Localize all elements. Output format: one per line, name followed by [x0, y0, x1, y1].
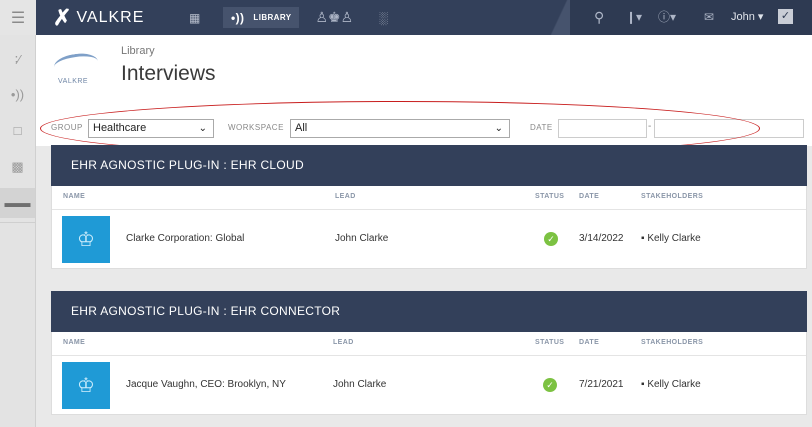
col-stakeholders: STAKEHOLDERS	[641, 339, 704, 346]
nav-library-label: LIBRARY	[253, 13, 292, 22]
date-label: DATE	[530, 123, 553, 132]
group-table: NAME LEAD STATUS DATE STAKEHOLDERS ♔ Cla…	[51, 186, 807, 269]
stakeholder-name: Kelly Clarke	[647, 233, 701, 244]
app-window: ☰ ✗ VALKRE ▦ •)) LIBRARY ♙♚♙ ░ ⚲ ❙▾ ⓘ▾ ✉…	[0, 0, 812, 427]
right-nav: ⚲ ❙▾ ⓘ▾ ✉ John ▾ ✓	[570, 0, 812, 35]
col-lead: LEAD	[335, 193, 356, 200]
table-row[interactable]: ♔ Jacque Vaughn, CEO: Brooklyn, NY John …	[52, 356, 806, 414]
row-stakeholder: ▪ Kelly Clarke	[641, 379, 701, 390]
table-header: NAME LEAD STATUS DATE STAKEHOLDERS	[52, 186, 806, 210]
page-title: Interviews	[121, 62, 216, 85]
top-bar: ☰ ✗ VALKRE ▦ •)) LIBRARY ♙♚♙ ░ ⚲ ❙▾ ⓘ▾ ✉…	[0, 0, 812, 35]
table-header: NAME LEAD STATUS DATE STAKEHOLDERS	[52, 332, 806, 356]
pin-icon[interactable]: ❙▾	[626, 10, 642, 25]
date-from-input[interactable]	[558, 119, 647, 138]
row-date: 3/14/2022	[579, 233, 624, 244]
col-date: DATE	[579, 339, 600, 346]
col-stakeholders: STAKEHOLDERS	[641, 193, 704, 200]
conversations-icon[interactable]: ▬▬	[0, 188, 35, 218]
row-lead: John Clarke	[333, 379, 387, 390]
status-complete-icon: ✓	[543, 378, 557, 392]
search-icon[interactable]: ⚲	[594, 10, 604, 25]
broadcast-icon: •))	[231, 10, 245, 25]
table-row[interactable]: ♔ Clarke Corporation: Global John Clarke…	[52, 210, 806, 268]
logo-text: VALKRE	[58, 78, 89, 85]
date-separator: -	[648, 121, 652, 132]
hamburger-icon[interactable]: ☰	[0, 0, 36, 35]
crown-icon: ♔	[62, 216, 110, 263]
group-title[interactable]: EHR AGNOSTIC PLUG-IN : EHR CLOUD	[51, 145, 807, 186]
valkre-x-icon: ✗	[53, 5, 72, 30]
messages-icon[interactable]: ✉	[704, 10, 714, 25]
chevron-down-icon: ⌄	[494, 123, 503, 134]
grid-icon[interactable]: ▦	[189, 7, 203, 28]
nav-library[interactable]: •)) LIBRARY	[223, 7, 300, 28]
nav-divider	[548, 0, 570, 35]
group-select[interactable]: Healthcare ⌄	[88, 119, 214, 138]
workspace-select[interactable]: All ⌄	[290, 119, 510, 138]
date-to-input[interactable]	[654, 119, 804, 138]
main-nav: ▦ •)) LIBRARY ♙♚♙ ░	[181, 7, 388, 28]
brand-logo[interactable]: ✗ VALKRE	[53, 5, 145, 30]
row-name[interactable]: Jacque Vaughn, CEO: Brooklyn, NY	[126, 379, 286, 390]
brand-name: VALKRE	[76, 9, 145, 26]
logo-swoosh	[52, 51, 100, 77]
check-icon[interactable]: ✓	[778, 9, 793, 24]
workspace-label: WORKSPACE	[228, 123, 284, 132]
filter-bar: GROUP Healthcare ⌄ WORKSPACE All ⌄ DATE …	[36, 101, 812, 146]
status-complete-icon: ✓	[544, 232, 558, 246]
col-name: NAME	[63, 339, 86, 346]
chevron-down-icon: ⌄	[198, 123, 207, 134]
user-menu[interactable]: John ▾	[731, 10, 763, 25]
comment-icon[interactable]: □	[0, 123, 35, 138]
col-status: STATUS	[535, 193, 565, 200]
group-label: GROUP	[51, 123, 83, 132]
company-logo: VALKRE	[52, 50, 100, 90]
col-name: NAME	[63, 193, 86, 200]
org-chart-icon[interactable]: ▩	[0, 159, 35, 175]
crown-icon: ♔	[62, 362, 110, 409]
user-name: John	[731, 11, 755, 23]
col-status: STATUS	[535, 339, 565, 346]
mentions-icon[interactable]: ∶⁄	[0, 52, 35, 68]
group-title[interactable]: EHR AGNOSTIC PLUG-IN : EHR CONNECTOR	[51, 291, 807, 332]
breadcrumb[interactable]: Library	[121, 45, 155, 57]
rail-divider	[0, 222, 35, 223]
stakeholder-name: Kelly Clarke	[647, 379, 701, 390]
interview-group: EHR AGNOSTIC PLUG-IN : EHR CLOUD NAME LE…	[51, 145, 807, 269]
bar-chart-icon[interactable]: ░	[379, 7, 388, 28]
side-rail: ∶⁄ •)) □ ▩ ▬▬	[0, 35, 36, 427]
col-lead: LEAD	[333, 339, 354, 346]
col-date: DATE	[579, 193, 600, 200]
workspace-select-value: All	[295, 122, 308, 134]
row-stakeholder: ▪ Kelly Clarke	[641, 233, 701, 244]
crown-icon[interactable]: ♙♚♙	[315, 7, 353, 28]
group-table: NAME LEAD STATUS DATE STAKEHOLDERS ♔ Jac…	[51, 332, 807, 415]
row-name[interactable]: Clarke Corporation: Global	[126, 233, 244, 244]
row-date: 7/21/2021	[579, 379, 624, 390]
group-select-value: Healthcare	[93, 122, 147, 134]
help-icon[interactable]: ⓘ▾	[658, 10, 676, 25]
interview-group: EHR AGNOSTIC PLUG-IN : EHR CONNECTOR NAM…	[51, 291, 807, 415]
row-lead: John Clarke	[335, 233, 389, 244]
page-header: VALKRE Library Interviews	[36, 35, 812, 101]
broadcast-icon[interactable]: •))	[0, 87, 35, 102]
